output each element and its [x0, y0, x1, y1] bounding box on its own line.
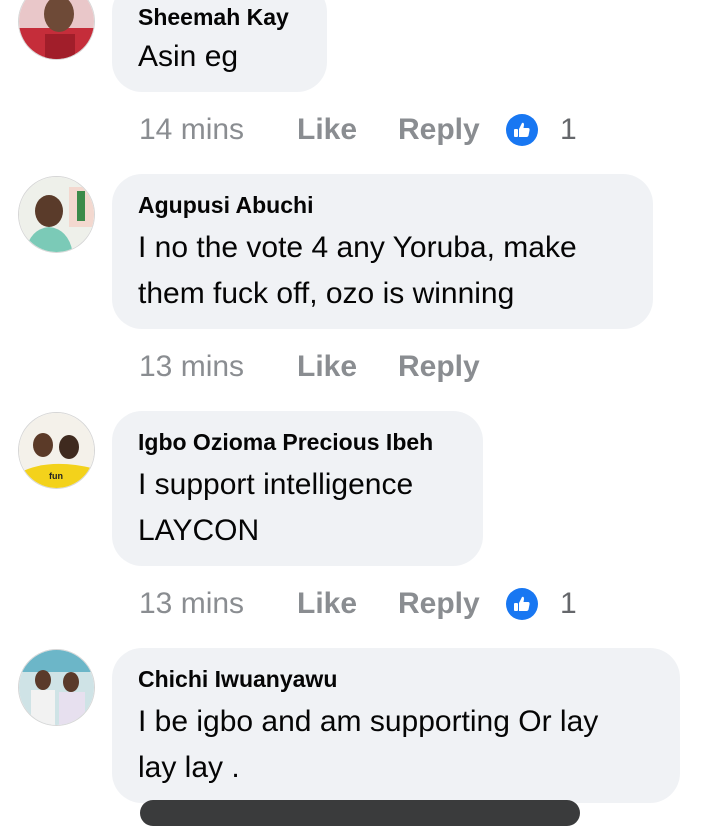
svg-text:fun: fun [49, 471, 63, 481]
comment-text-line: Asin eg [138, 40, 239, 73]
comment-author[interactable]: Igbo Ozioma Precious Ibeh [138, 429, 433, 456]
comment-text-line: I be igbo and am supporting Or lay [138, 705, 599, 738]
reply-button[interactable]: Reply [398, 350, 506, 384]
avatar[interactable] [18, 176, 95, 253]
comment-author[interactable]: Agupusi Abuchi [138, 192, 313, 219]
comment-timestamp[interactable]: 13 mins [139, 350, 297, 384]
floating-bar[interactable] [140, 800, 580, 826]
comment-actions: 13 mins Like Reply [139, 347, 506, 387]
comment-text: I no the vote 4 any Yoruba, make them fu… [138, 225, 577, 317]
comment-bubble: Sheemah Kay Asin eg [112, 0, 327, 92]
comment-timestamp[interactable]: 14 mins [139, 113, 297, 147]
avatar[interactable] [18, 649, 95, 726]
avatar[interactable] [18, 0, 95, 60]
comment-text: I be igbo and am supporting Or lay lay l… [138, 699, 598, 791]
comment-timestamp[interactable]: 13 mins [139, 587, 297, 621]
thumbs-up-icon [506, 114, 538, 146]
avatar[interactable]: fun [18, 412, 95, 489]
comment-actions: 14 mins Like Reply 1 [139, 110, 577, 150]
thumbs-up-icon [506, 588, 538, 620]
reaction-count: 1 [560, 587, 577, 620]
comment-author[interactable]: Sheemah Kay [138, 4, 289, 31]
like-button[interactable]: Like [297, 587, 398, 621]
comment-bubble: Agupusi Abuchi I no the vote 4 any Yorub… [112, 174, 653, 329]
comment-text-line: them fuck off, ozo is winning [138, 277, 515, 310]
comment-actions: 13 mins Like Reply 1 [139, 584, 577, 624]
comment-bubble: Igbo Ozioma Precious Ibeh I support inte… [112, 411, 483, 566]
comment-author[interactable]: Chichi Iwuanyawu [138, 666, 337, 693]
comment-text-line: LAYCON [138, 514, 260, 547]
comment-text-line: I no the vote 4 any Yoruba, make [138, 231, 577, 264]
reaction-summary[interactable]: 1 [506, 113, 577, 147]
comment-text-line: lay lay . [138, 751, 240, 784]
comment-text: Asin eg [138, 34, 238, 80]
like-button[interactable]: Like [297, 113, 398, 147]
comment-text: I support intelligence LAYCON [138, 462, 413, 554]
like-button[interactable]: Like [297, 350, 398, 384]
reply-button[interactable]: Reply [398, 113, 506, 147]
comment-text-line: I support intelligence [138, 468, 414, 501]
reply-button[interactable]: Reply [398, 587, 506, 621]
comment-bubble: Chichi Iwuanyawu I be igbo and am suppor… [112, 648, 680, 803]
reaction-count: 1 [560, 113, 577, 146]
reaction-summary[interactable]: 1 [506, 587, 577, 621]
